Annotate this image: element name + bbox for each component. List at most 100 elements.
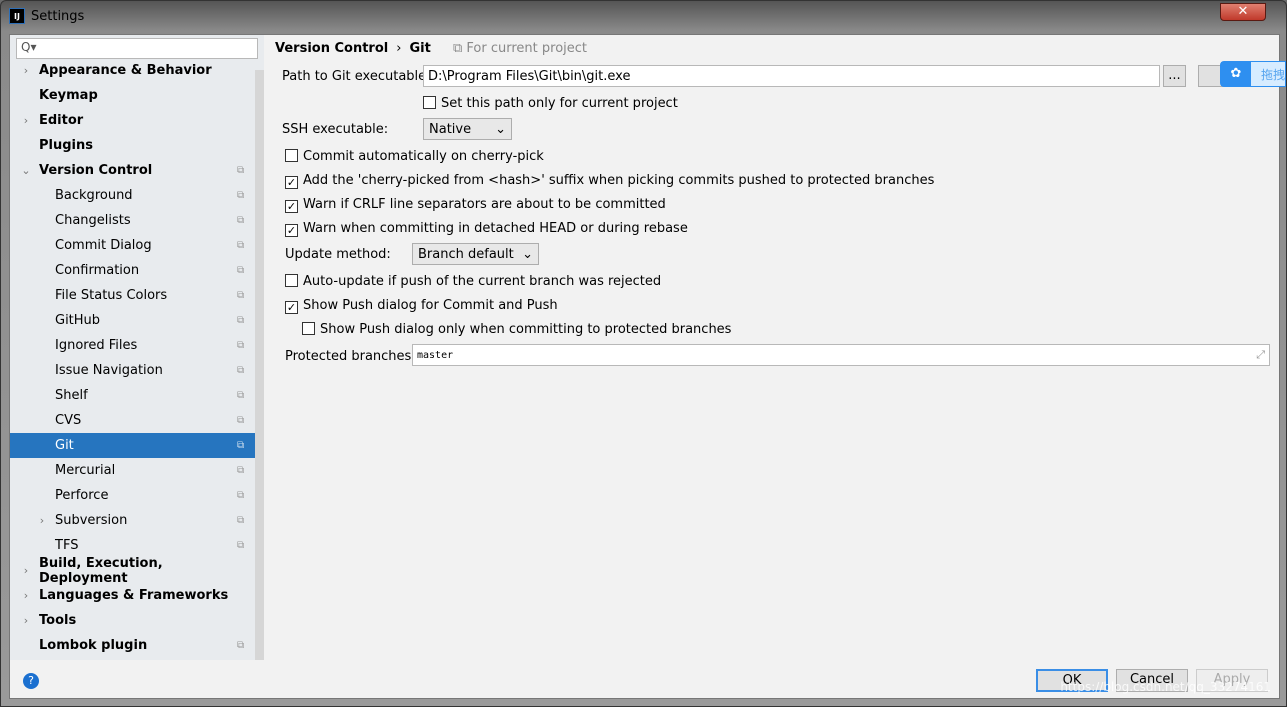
sidebar-item-shelf[interactable]: Shelf ⧉ [10, 383, 255, 408]
git-settings-panel: Version Control › Git ⧉ For current projec… [275, 35, 1279, 660]
project-scope-icon: ⧉ [237, 415, 245, 426]
close-button[interactable]: ✕ [1220, 3, 1266, 21]
chevron-right-icon[interactable]: › [20, 614, 32, 627]
sidebar-item-issue-navigation[interactable]: Issue Navigation ⧉ [10, 358, 255, 383]
project-scope-icon: ⧉ [237, 465, 245, 476]
option-checkbox[interactable]: Auto-update if push of the current branc… [285, 274, 661, 289]
option-checkbox[interactable]: ✓ Warn when committing in detached HEAD o… [285, 221, 688, 237]
ssh-label: SSH executable: [282, 122, 389, 137]
browse-button[interactable]: ... [1163, 65, 1186, 87]
settings-sidebar: Q▾ › Appearance & Behavior Keymap › Editor Pl… [10, 35, 264, 660]
sidebar-item-file-status-colors[interactable]: File Status Colors ⧉ [10, 283, 255, 308]
chevron-down-icon: ⌄ [522, 246, 533, 262]
checkbox-label: Set this path only for current project [441, 96, 678, 111]
intellij-logo-icon: IJ [9, 8, 25, 24]
sidebar-item-build-execution-deployment[interactable]: › Build, Execution, Deployment [10, 555, 255, 586]
chevron-down-icon[interactable]: ⌄ [20, 164, 32, 177]
sidebar-item-confirmation[interactable]: Confirmation ⧉ [10, 258, 255, 283]
checkbox[interactable] [302, 322, 315, 335]
sidebar-item-changelists[interactable]: Changelists ⧉ [10, 208, 255, 233]
project-scope-icon: ⧉ [237, 165, 245, 176]
sidebar-item-label: File Status Colors [55, 288, 168, 303]
sidebar-item-version-control[interactable]: ⌄ Version Control ⧉ [10, 158, 255, 183]
option-checkbox[interactable]: Show Push dialog only when committing to… [302, 322, 731, 337]
sidebar-item-plugins[interactable]: Plugins [10, 133, 255, 158]
update-method-select[interactable]: Branch default ⌄ [412, 243, 539, 265]
git-path-input[interactable]: D:\Program Files\Git\bin\git.exe [423, 65, 1160, 87]
checkbox-label: Add the 'cherry-picked from <hash>' suff… [303, 173, 935, 188]
sidebar-item-label: CVS [55, 413, 82, 428]
sidebar-item-label: Issue Navigation [55, 363, 163, 378]
chevron-right-icon[interactable]: › [20, 64, 32, 77]
only-current-project-checkbox[interactable]: Set this path only for current project [423, 96, 678, 111]
sidebar-item-mercurial[interactable]: Mercurial ⧉ [10, 458, 255, 483]
sidebar-item-git[interactable]: Git ⧉ [10, 433, 255, 458]
option-checkbox[interactable]: Commit automatically on cherry-pick [285, 149, 544, 164]
breadcrumb-parent[interactable]: Version Control [275, 41, 388, 56]
checkbox[interactable] [285, 149, 298, 162]
sidebar-item-label: Subversion [55, 513, 128, 528]
sidebar-item-label: Version Control [39, 163, 153, 178]
sidebar-scrollbar[interactable] [255, 70, 264, 660]
sidebar-item-tools[interactable]: › Tools [10, 608, 255, 633]
sidebar-item-editor[interactable]: › Editor [10, 108, 255, 133]
sidebar-item-github[interactable]: GitHub ⧉ [10, 308, 255, 333]
help-button[interactable]: ? [23, 673, 39, 689]
window-title: Settings [31, 8, 85, 24]
project-scope-icon: ⧉ [237, 515, 245, 526]
sidebar-item-background[interactable]: Background ⧉ [10, 183, 255, 208]
sidebar-item-label: Editor [39, 113, 84, 128]
chevron-right-icon[interactable]: › [36, 514, 48, 527]
checkmark-icon[interactable]: ✓ [285, 301, 298, 314]
sidebar-item-appearance-behavior[interactable]: › Appearance & Behavior [10, 58, 255, 83]
path-label: Path to Git executable: [282, 69, 431, 84]
baidu-drag-widget[interactable]: ✿ 拖拽 [1220, 61, 1286, 87]
settings-tree: › Appearance & Behavior Keymap › Editor Plugi… [10, 58, 255, 658]
project-scope-icon: ⧉ [237, 440, 245, 451]
update-method-value: Branch default [418, 246, 514, 262]
project-scope-icon: ⧉ [237, 340, 245, 351]
option-checkbox[interactable]: ✓ Show Push dialog for Commit and Push [285, 298, 558, 314]
breadcrumb-current: Git [409, 41, 431, 56]
sidebar-item-ignored-files[interactable]: Ignored Files ⧉ [10, 333, 255, 358]
checkbox-label: Warn if CRLF line separators are about t… [303, 197, 666, 212]
option-checkbox[interactable]: ✓ Add the 'cherry-picked from <hash>' suf… [285, 173, 934, 189]
chevron-right-icon[interactable]: › [20, 114, 32, 127]
sidebar-item-label: Plugins [39, 138, 93, 153]
project-scope-icon: ⧉ [237, 315, 245, 326]
drag-label: 拖拽 [1260, 67, 1285, 82]
sidebar-item-lombok-plugin[interactable]: Lombok plugin ⧉ [10, 633, 255, 658]
sidebar-item-cvs[interactable]: CVS ⧉ [10, 408, 255, 433]
option-checkbox[interactable]: ✓ Warn if CRLF line separators are about … [285, 197, 666, 213]
checkmark-icon[interactable]: ✓ [285, 200, 298, 213]
chevron-right-icon[interactable]: › [20, 589, 32, 602]
breadcrumb: Version Control › Git [275, 41, 431, 56]
sidebar-item-tfs[interactable]: TFS ⧉ [10, 533, 255, 558]
sidebar-item-languages-frameworks[interactable]: › Languages & Frameworks [10, 583, 255, 608]
expand-icon[interactable]: ⤢ [1256, 348, 1265, 362]
sidebar-item-label: Languages & Frameworks [39, 588, 229, 603]
checkbox-label: Show Push dialog only when committing to… [320, 322, 732, 337]
sidebar-item-commit-dialog[interactable]: Commit Dialog ⧉ [10, 233, 255, 258]
sidebar-item-label: Confirmation [55, 263, 140, 278]
sidebar-item-label: Commit Dialog [55, 238, 152, 253]
protected-branches-input[interactable]: master ⤢ [412, 344, 1270, 366]
checkbox[interactable] [285, 274, 298, 287]
sidebar-item-keymap[interactable]: Keymap [10, 83, 255, 108]
sidebar-item-label: Mercurial [55, 463, 116, 478]
sidebar-item-perforce[interactable]: Perforce ⧉ [10, 483, 255, 508]
sidebar-item-label: TFS [55, 538, 79, 553]
checkbox[interactable] [423, 96, 436, 109]
checkmark-icon[interactable]: ✓ [285, 176, 298, 189]
checkmark-icon[interactable]: ✓ [285, 224, 298, 237]
sidebar-item-label: Lombok plugin [39, 638, 148, 653]
title-bar: IJ Settings [9, 5, 84, 27]
sidebar-item-label: GitHub [55, 313, 101, 328]
project-scope-icon: ⧉ [237, 240, 245, 251]
ssh-select[interactable]: Native ⌄ [423, 118, 512, 140]
sidebar-item-subversion[interactable]: › Subversion ⧉ [10, 508, 255, 533]
copy-icon: ⧉ [453, 41, 467, 56]
sidebar-item-label: Build, Execution, Deployment [39, 555, 163, 586]
chevron-right-icon[interactable]: › [20, 564, 32, 577]
search-input[interactable]: Q▾ [16, 38, 258, 59]
